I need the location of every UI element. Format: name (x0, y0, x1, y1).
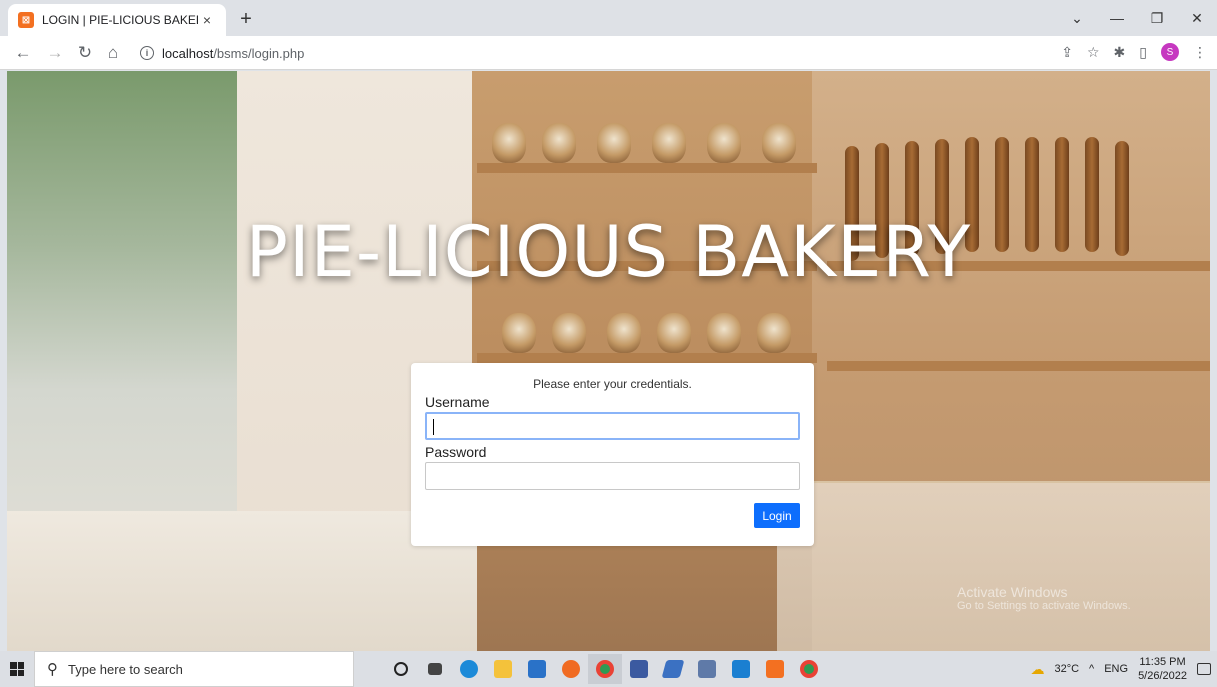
notes-icon[interactable] (622, 654, 656, 684)
login-button[interactable]: Login (754, 503, 800, 528)
tab-title: LOGIN | PIE-LICIOUS BAKERY (42, 13, 198, 27)
close-window-button[interactable]: ✕ (1177, 10, 1217, 27)
xampp-favicon-icon: ⊠ (18, 12, 34, 28)
extensions-puzzle-icon[interactable]: ✱ (1114, 44, 1126, 61)
bread-loaf (652, 123, 686, 163)
edge-icon[interactable] (452, 654, 486, 684)
home-icon[interactable]: ⌂ (102, 43, 124, 63)
background-counter (7, 511, 477, 651)
url-text: localhost/bsms/login.php (162, 45, 305, 61)
page-title: PIE-LICIOUS BAKERY (245, 211, 972, 293)
file-explorer-icon[interactable] (486, 654, 520, 684)
system-tray: ☁ 32°C ^ ENG 11:35 PM 5/26/2022 (1030, 651, 1211, 687)
app-icon[interactable] (656, 654, 690, 684)
clock-time: 11:35 PM (1139, 656, 1186, 668)
bread-loaf (552, 313, 586, 353)
weather-icon[interactable]: ☁ (1030, 661, 1044, 678)
restore-button[interactable]: ❐ (1137, 10, 1177, 27)
bread-loaf (502, 313, 536, 353)
app-icon[interactable] (690, 654, 724, 684)
weather-temp[interactable]: 32°C (1054, 663, 1079, 675)
bread-loaf (657, 313, 691, 353)
language-indicator[interactable]: ENG (1104, 663, 1128, 675)
bread-loaf (607, 313, 641, 353)
toolbar-actions: ⇪ ☆ ✱ ▯ S ⋮ (1061, 43, 1207, 61)
taskbar-apps (384, 654, 826, 684)
profile-avatar[interactable]: S (1161, 43, 1179, 61)
bread-loaf (757, 313, 791, 353)
shelf-plank (477, 163, 817, 173)
bookmark-star-icon[interactable]: ☆ (1087, 44, 1100, 61)
chrome-icon[interactable] (588, 654, 622, 684)
password-input[interactable] (425, 462, 800, 490)
bread-loaf (707, 313, 741, 353)
start-button[interactable] (0, 651, 34, 687)
bread-loaf (707, 123, 741, 163)
activate-windows-watermark: Activate Windows Go to Settings to activ… (957, 584, 1131, 612)
store-icon[interactable] (520, 654, 554, 684)
search-placeholder: Type here to search (68, 661, 183, 677)
browser-toolbar: ← → ↻ ⌂ i localhost/bsms/login.php ⇪ ☆ ✱… (0, 36, 1217, 70)
shelf-plank (477, 353, 817, 363)
username-input[interactable] (425, 412, 800, 440)
windows-taskbar: ⚲ Type here to search ☁ 32°C ^ ENG 11:35… (0, 651, 1217, 687)
cortana-icon[interactable] (384, 654, 418, 684)
text-caret (433, 419, 434, 435)
bread-loaf (597, 123, 631, 163)
username-label: Username (425, 394, 490, 410)
bread-loaf (762, 123, 796, 163)
task-view-icon[interactable] (418, 654, 452, 684)
back-arrow-icon[interactable]: ← (12, 43, 34, 63)
new-tab-button[interactable]: + (234, 7, 258, 31)
xampp-icon[interactable] (758, 654, 792, 684)
browser-tab[interactable]: ⊠ LOGIN | PIE-LICIOUS BAKERY × (8, 4, 226, 36)
firefox-icon[interactable] (554, 654, 588, 684)
clock[interactable]: 11:35 PM 5/26/2022 (1138, 655, 1187, 683)
taskbar-search[interactable]: ⚲ Type here to search (34, 651, 354, 687)
tab-close-icon[interactable]: × (198, 12, 216, 28)
search-icon: ⚲ (47, 661, 58, 678)
minimize-button[interactable]: — (1097, 10, 1137, 26)
chevron-up-icon[interactable]: ^ (1089, 663, 1094, 675)
page-viewport: PIE-LICIOUS BAKERY Please enter your cre… (7, 71, 1210, 651)
tab-bar: ⊠ LOGIN | PIE-LICIOUS BAKERY × + ⌄ — ❐ ✕ (0, 0, 1217, 36)
window-controls: ⌄ — ❐ ✕ (1057, 0, 1217, 36)
login-card: Please enter your credentials. Username … (411, 363, 814, 546)
share-icon[interactable]: ⇪ (1061, 44, 1073, 61)
forward-arrow-icon[interactable]: → (44, 43, 66, 63)
chrome-icon[interactable] (792, 654, 826, 684)
password-label: Password (425, 444, 487, 460)
reload-icon[interactable]: ↻ (74, 43, 96, 63)
info-icon[interactable]: i (140, 46, 154, 60)
shelf-plank (827, 361, 1210, 371)
windows-logo-icon (10, 662, 24, 676)
side-panel-icon[interactable]: ▯ (1139, 44, 1147, 61)
background-display-case (777, 481, 1210, 651)
bread-loaf (542, 123, 576, 163)
bread-loaf (492, 123, 526, 163)
login-instructions: Please enter your credentials. (533, 377, 692, 391)
clock-date: 5/26/2022 (1138, 670, 1187, 682)
address-bar[interactable]: i localhost/bsms/login.php (130, 40, 1035, 66)
notification-icon[interactable] (1197, 663, 1211, 675)
menu-kebab-icon[interactable]: ⋮ (1193, 44, 1207, 61)
vscode-icon[interactable] (724, 654, 758, 684)
tab-search-icon[interactable]: ⌄ (1057, 10, 1097, 27)
